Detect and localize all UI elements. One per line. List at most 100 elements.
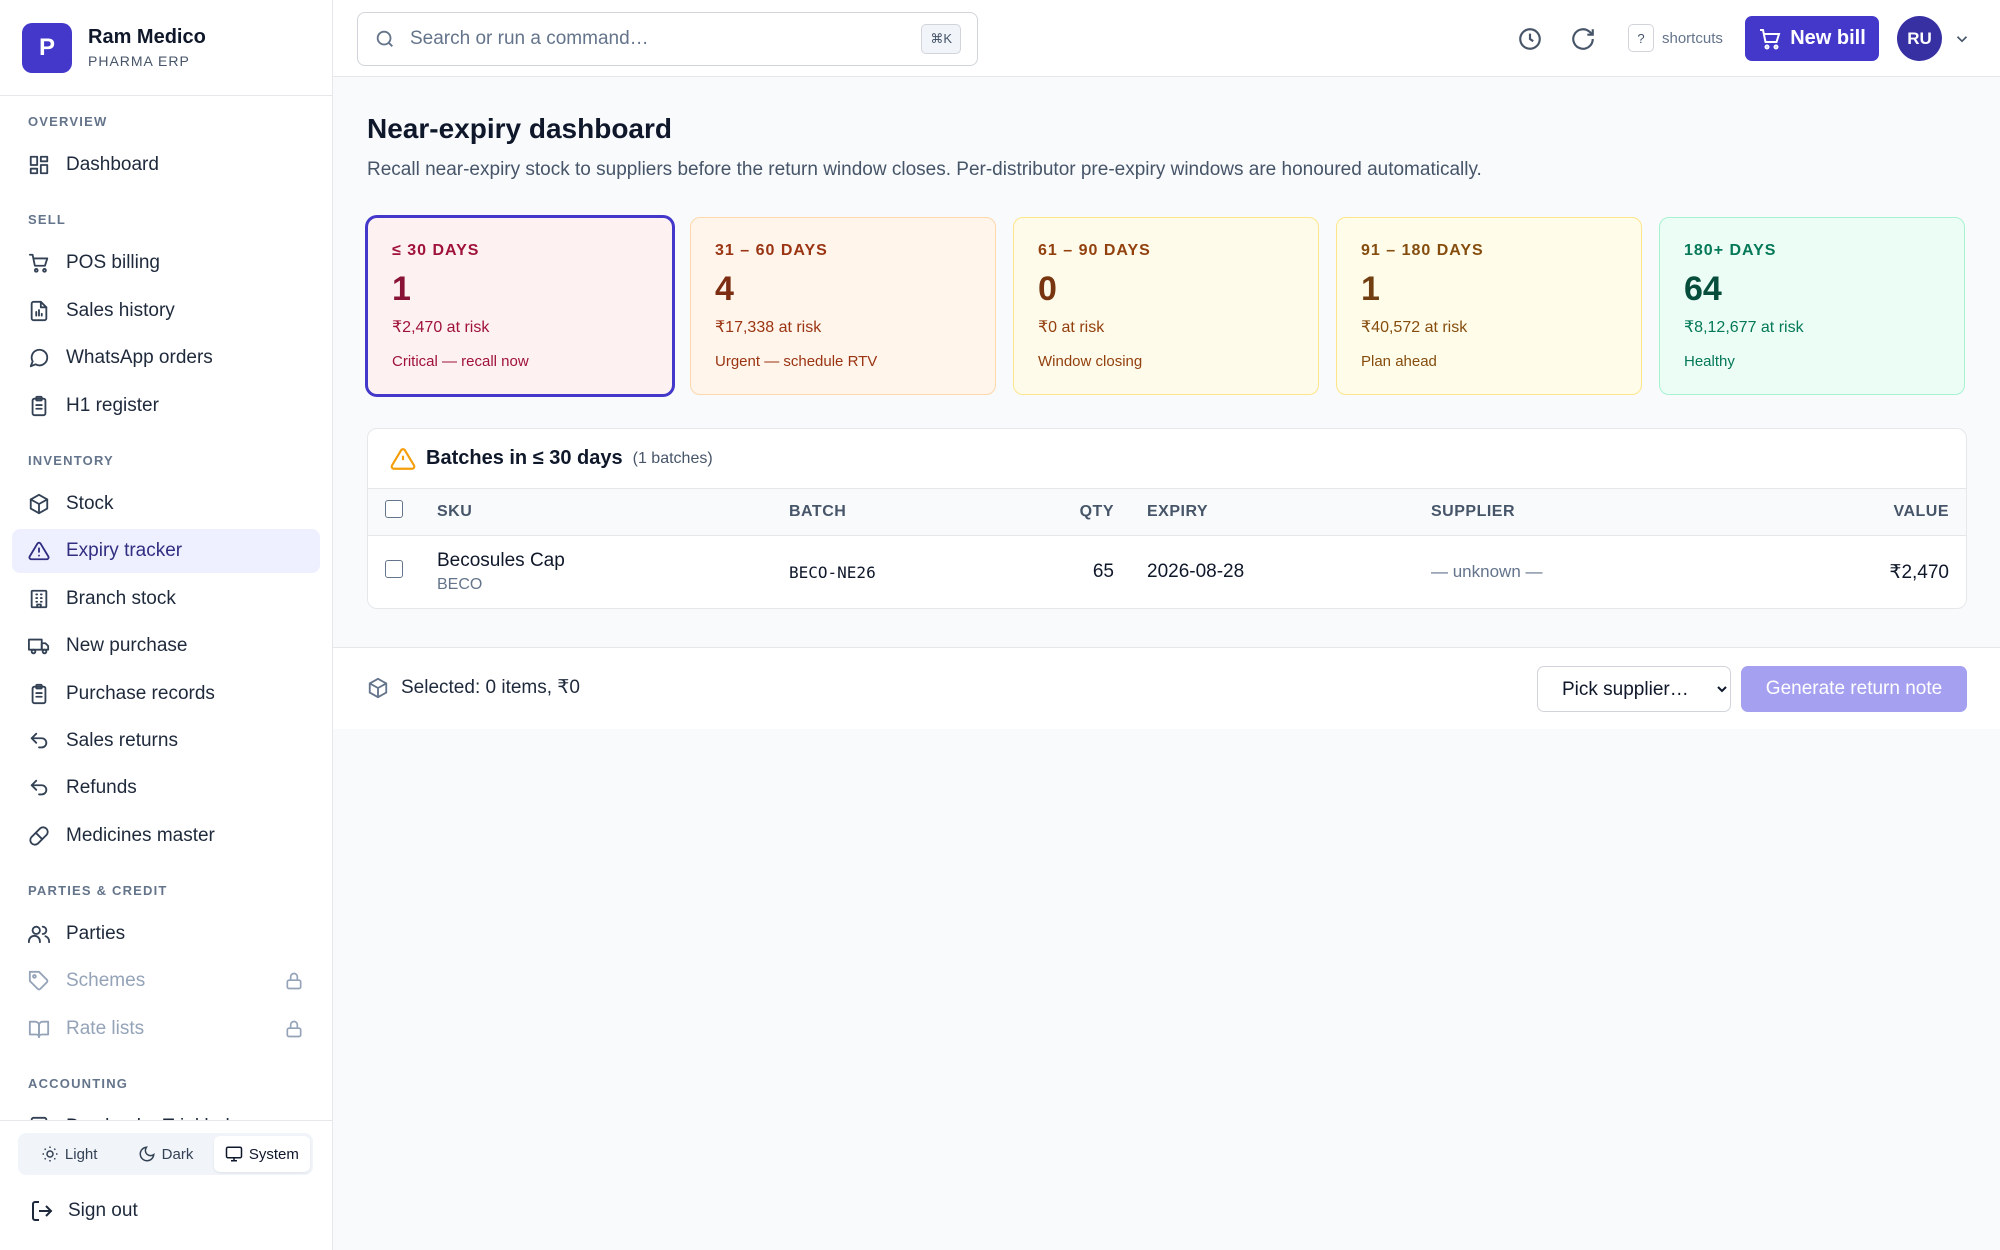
expiry-buckets: ≤ 30 DAYS 1 ₹2,470 at risk Critical — re…: [367, 217, 1967, 395]
nav-section-overview: OVERVIEW: [28, 114, 108, 129]
sidebar-item-sales-history[interactable]: Sales history: [12, 289, 320, 333]
new-bill-label: New bill: [1790, 27, 1866, 49]
sidebar-item-medicines-master[interactable]: Medicines master: [12, 814, 320, 858]
row-checkbox[interactable]: [385, 560, 403, 579]
batch-panel: Batches in ≤ 30 days (1 batches) SKU BAT…: [367, 428, 1967, 609]
pill-icon: [29, 826, 49, 846]
selection-summary: Selected: 0 items, ₹0: [367, 676, 580, 699]
history-icon[interactable]: [1517, 26, 1543, 52]
sidebar-item-label: Schemes: [66, 970, 146, 992]
select-all-checkbox[interactable]: [385, 500, 403, 519]
sidebar-item-label: Dashboard: [66, 154, 159, 175]
brand-subtitle: PHARMA ERP: [88, 53, 190, 69]
supplier-select[interactable]: Pick supplier…: [1537, 666, 1731, 712]
cell-supplier: — unknown —: [1431, 562, 1543, 582]
moon-icon: [139, 1146, 155, 1162]
brand-name: Ram Medico: [88, 26, 206, 48]
sidebar-item-branch-stock[interactable]: Branch stock: [12, 577, 320, 621]
avatar[interactable]: RU: [1897, 16, 1942, 61]
chat-icon: [29, 349, 49, 368]
sidebar-item-pos-billing[interactable]: POS billing: [12, 241, 320, 285]
generate-return-note-button[interactable]: Generate return note: [1741, 666, 1967, 712]
building-icon: [30, 589, 48, 608]
box-icon: [29, 493, 49, 515]
sidebar-item-label: H1 register: [66, 394, 159, 416]
clipboard-icon: [31, 395, 47, 416]
column-expiry: EXPIRY: [1147, 502, 1209, 520]
bucket-label: 61 – 90 DAYS: [1038, 242, 1151, 259]
new-bill-button[interactable]: New bill: [1745, 16, 1879, 61]
bucket-risk: ₹8,12,677 at risk: [1684, 319, 1804, 336]
report-icon: [30, 300, 48, 321]
select-all-cell: [368, 489, 437, 535]
theme-system-button[interactable]: System: [213, 1136, 310, 1172]
sidebar-item-parties[interactable]: Parties: [12, 912, 320, 956]
bucket-note: Healthy: [1684, 353, 1735, 370]
undo-icon: [30, 780, 48, 796]
theme-dark-button[interactable]: Dark: [117, 1136, 213, 1172]
cell-sku: Becosules Cap BECO: [437, 535, 789, 608]
sidebar-item-label: Branch stock: [66, 587, 176, 609]
bucket-risk: ₹2,470 at risk: [392, 319, 490, 336]
search-box[interactable]: ⌘K: [357, 12, 978, 66]
sidebar-item-label: Expiry tracker: [66, 540, 183, 562]
sidebar-item-label: Stock: [66, 492, 114, 514]
bucket-note: Critical — recall now: [392, 353, 529, 370]
search-input[interactable]: [410, 28, 922, 50]
sidebar-item-label: Rate lists: [66, 1017, 145, 1039]
bucket-risk: ₹17,338 at risk: [715, 319, 822, 336]
bucket-count: 1: [1361, 270, 1380, 308]
shortcuts-button[interactable]: ? shortcuts: [1628, 24, 1723, 52]
search-shortcut-badge: ⌘K: [921, 24, 961, 54]
bucket-card-1[interactable]: 31 – 60 DAYS 4 ₹17,338 at risk Urgent — …: [690, 217, 996, 395]
sidebar-item-label: Purchase records: [66, 682, 215, 704]
batch-panel-header: Batches in ≤ 30 days (1 batches): [368, 429, 1966, 489]
nav-section-parties-credit: PARTIES & CREDIT: [28, 883, 168, 899]
bucket-note: Urgent — schedule RTV: [715, 353, 878, 370]
cell-batch: BECO-NE26: [789, 562, 876, 582]
sidebar-item-label: WhatsApp orders: [66, 347, 213, 369]
shortcuts-key: ?: [1628, 24, 1654, 52]
refresh-icon[interactable]: [1570, 26, 1596, 52]
bucket-label: 31 – 60 DAYS: [715, 242, 828, 259]
sidebar-footer: Light Dark System Sign out: [0, 1120, 332, 1250]
bucket-label: 180+ DAYS: [1684, 242, 1777, 259]
sidebar-item-rate-lists[interactable]: Rate lists: [12, 1007, 320, 1051]
sign-out-button[interactable]: Sign out: [30, 1199, 138, 1223]
bucket-card-4[interactable]: 180+ DAYS 64 ₹8,12,677 at risk Healthy: [1659, 217, 1965, 395]
bucket-risk: ₹40,572 at risk: [1361, 319, 1468, 336]
warning-icon: [390, 447, 416, 470]
column-sku: SKU: [437, 502, 473, 520]
chevron-down-icon[interactable]: [1953, 30, 1971, 48]
sidebar-item-refunds[interactable]: Refunds: [12, 766, 320, 810]
brand: P Ram Medico PHARMA ERP: [0, 0, 332, 96]
sidebar-item-dashboard[interactable]: Dashboard: [12, 143, 320, 187]
column-supplier: SUPPLIER: [1431, 502, 1516, 520]
sidebar-item-purchase-records[interactable]: Purchase records: [12, 672, 320, 716]
bucket-risk: ₹0 at risk: [1038, 319, 1105, 336]
sidebar-item-stock[interactable]: Stock: [12, 482, 320, 526]
users-icon: [28, 925, 50, 944]
sidebar-item-h1-register[interactable]: H1 register: [12, 384, 320, 428]
column-batch: BATCH: [789, 502, 847, 520]
theme-light-button[interactable]: Light: [21, 1136, 117, 1172]
brand-logo: P: [22, 22, 72, 73]
bucket-card-2[interactable]: 61 – 90 DAYS 0 ₹0 at risk Window closing: [1013, 217, 1319, 395]
clipboard-icon: [31, 683, 47, 704]
bucket-label: 91 – 180 DAYS: [1361, 242, 1484, 259]
sidebar-item-day-book-trial-balance[interactable]: Day book · Trial balance: [12, 1105, 320, 1121]
sidebar-item-new-purchase[interactable]: New purchase: [12, 624, 320, 668]
theme-light-label: Light: [64, 1145, 98, 1163]
bucket-card-3[interactable]: 91 – 180 DAYS 1 ₹40,572 at risk Plan ahe…: [1336, 217, 1642, 395]
sidebar-item-label: Refunds: [66, 777, 137, 799]
bucket-label: ≤ 30 DAYS: [392, 242, 480, 259]
sidebar-item-schemes[interactable]: Schemes: [12, 959, 320, 1003]
sidebar-item-whatsapp-orders[interactable]: WhatsApp orders: [12, 336, 320, 380]
bucket-card-0[interactable]: ≤ 30 DAYS 1 ₹2,470 at risk Critical — re…: [367, 217, 673, 395]
sidebar-item-sales-returns[interactable]: Sales returns: [12, 719, 320, 763]
bucket-count: 1: [392, 270, 411, 308]
bucket-count: 64: [1684, 270, 1722, 308]
sidebar-item-expiry-tracker[interactable]: Expiry tracker: [12, 529, 320, 574]
sku-name: Becosules Cap: [437, 550, 565, 572]
search-icon: [376, 30, 393, 47]
